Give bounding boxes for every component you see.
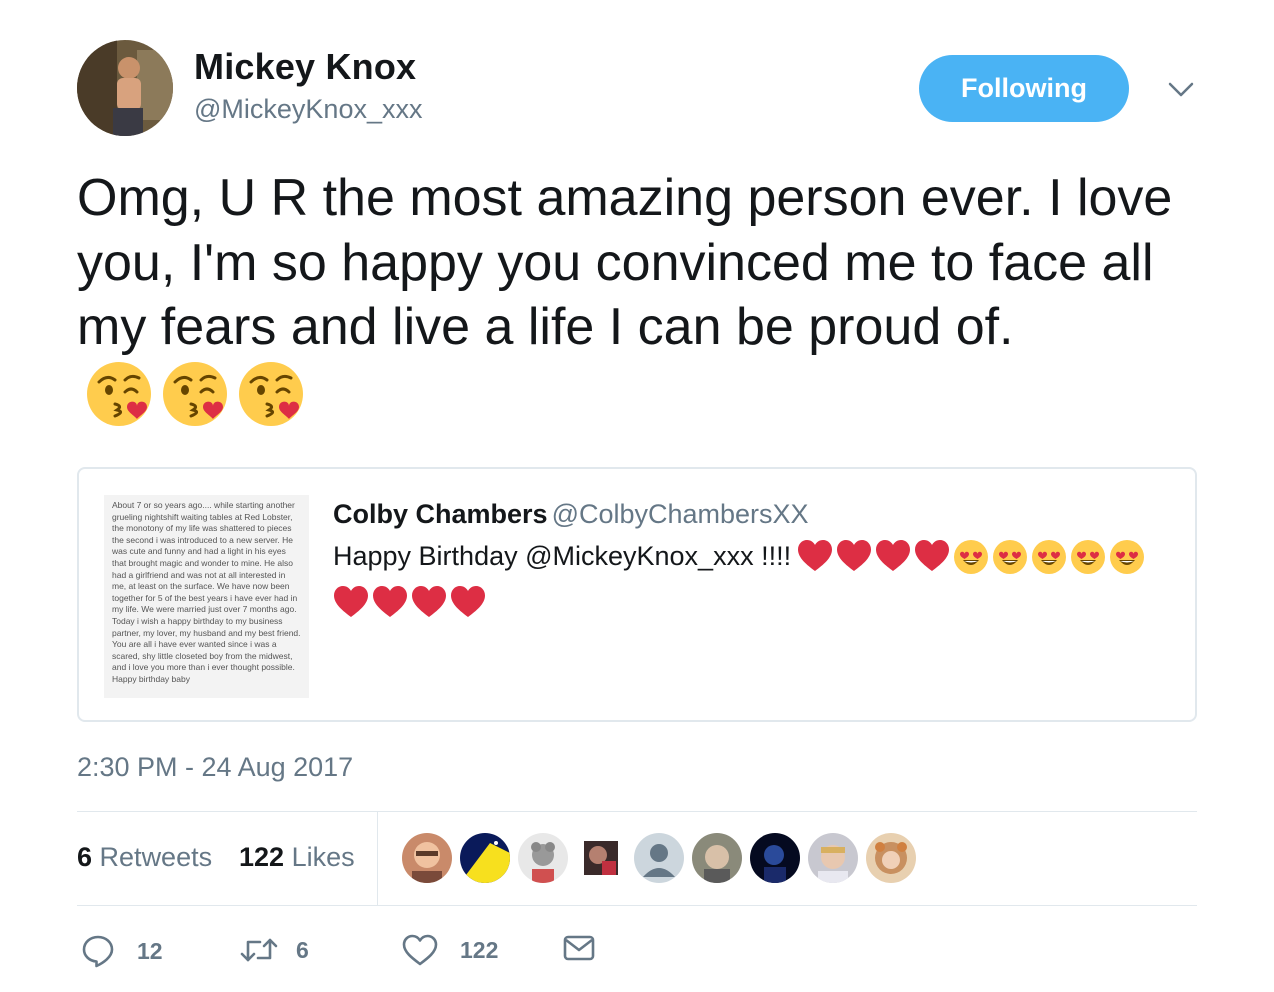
reply-button[interactable]: 12 bbox=[81, 934, 163, 968]
heart-eyes-emoji bbox=[953, 539, 989, 585]
quoted-text: Happy Birthday @MickeyKnox_xxx !!!! bbox=[333, 541, 792, 571]
chevron-down-icon[interactable] bbox=[1168, 78, 1194, 100]
divider bbox=[377, 812, 378, 906]
divider bbox=[77, 905, 1197, 906]
direct-message-button[interactable] bbox=[563, 934, 595, 962]
tweet-body: Omg, U R the most amazing person ever. I… bbox=[77, 169, 1173, 356]
quoted-tweet-header: Colby Chambers @ColbyChambersXX bbox=[333, 499, 809, 530]
like-count: 122 bbox=[460, 936, 499, 963]
liker-avatar[interactable] bbox=[634, 833, 684, 883]
red-heart-emoji bbox=[372, 585, 408, 629]
red-heart-emoji bbox=[333, 585, 369, 629]
liker-avatar[interactable] bbox=[402, 833, 452, 883]
tweet-timestamp[interactable]: 2:30 PM - 24 Aug 2017 bbox=[77, 752, 353, 783]
liker-avatar[interactable] bbox=[460, 833, 510, 883]
heart-eyes-emoji bbox=[1109, 539, 1145, 585]
heart-icon bbox=[402, 934, 438, 966]
tweet-emojis bbox=[85, 360, 305, 444]
retweet-icon bbox=[240, 938, 278, 962]
liker-avatar[interactable] bbox=[518, 833, 568, 883]
red-heart-emoji bbox=[875, 539, 911, 585]
red-heart-emoji bbox=[836, 539, 872, 585]
red-heart-emoji bbox=[450, 585, 486, 629]
kissing-heart-emoji bbox=[237, 360, 305, 444]
liker-avatar[interactable] bbox=[808, 833, 858, 883]
liker-avatar[interactable] bbox=[866, 833, 916, 883]
following-button[interactable]: Following bbox=[919, 55, 1129, 122]
liker-avatar[interactable] bbox=[692, 833, 742, 883]
retweets-count: 6 bbox=[77, 842, 93, 872]
author-handle[interactable]: @MickeyKnox_xxx bbox=[194, 94, 422, 125]
author-display-name[interactable]: Mickey Knox bbox=[194, 46, 416, 88]
like-button[interactable]: 122 bbox=[402, 934, 498, 966]
quoted-image-text: About 7 or so years ago.... while starti… bbox=[112, 500, 301, 684]
likes-label: Likes bbox=[291, 842, 355, 872]
quoted-tweet-text: Happy Birthday @MickeyKnox_xxx !!!! bbox=[333, 537, 1193, 629]
retweet-count: 6 bbox=[296, 936, 309, 963]
likes-stat[interactable]: 122 Likes bbox=[239, 842, 355, 873]
red-heart-emoji bbox=[914, 539, 950, 585]
likers-avatars bbox=[402, 833, 916, 883]
retweet-button[interactable]: 6 bbox=[240, 934, 309, 966]
quoted-author-name: Colby Chambers bbox=[333, 499, 548, 529]
liker-avatar[interactable] bbox=[750, 833, 800, 883]
reply-count: 12 bbox=[137, 937, 163, 964]
likes-count: 122 bbox=[239, 842, 285, 872]
kissing-heart-emoji bbox=[85, 360, 153, 444]
quoted-emoji-row-1 bbox=[797, 539, 1145, 585]
heart-eyes-emoji bbox=[992, 539, 1028, 585]
retweets-stat[interactable]: 6 Retweets bbox=[77, 842, 212, 873]
heart-eyes-emoji bbox=[1070, 539, 1106, 585]
retweets-label: Retweets bbox=[99, 842, 213, 872]
author-avatar[interactable] bbox=[77, 40, 173, 136]
reply-icon bbox=[82, 935, 114, 968]
quoted-emoji-row-2 bbox=[333, 585, 1193, 629]
divider bbox=[77, 811, 1197, 812]
quoted-tweet-image[interactable]: About 7 or so years ago.... while starti… bbox=[104, 495, 309, 698]
tweet-text: Omg, U R the most amazing person ever. I… bbox=[77, 166, 1227, 443]
quoted-tweet-card[interactable]: About 7 or so years ago.... while starti… bbox=[77, 467, 1197, 722]
red-heart-emoji bbox=[411, 585, 447, 629]
liker-avatar[interactable] bbox=[576, 833, 626, 883]
red-heart-emoji bbox=[797, 539, 833, 585]
quoted-author-handle: @ColbyChambersXX bbox=[551, 499, 809, 529]
heart-eyes-emoji bbox=[1031, 539, 1067, 585]
kissing-heart-emoji bbox=[161, 360, 229, 444]
envelope-icon bbox=[563, 935, 595, 961]
